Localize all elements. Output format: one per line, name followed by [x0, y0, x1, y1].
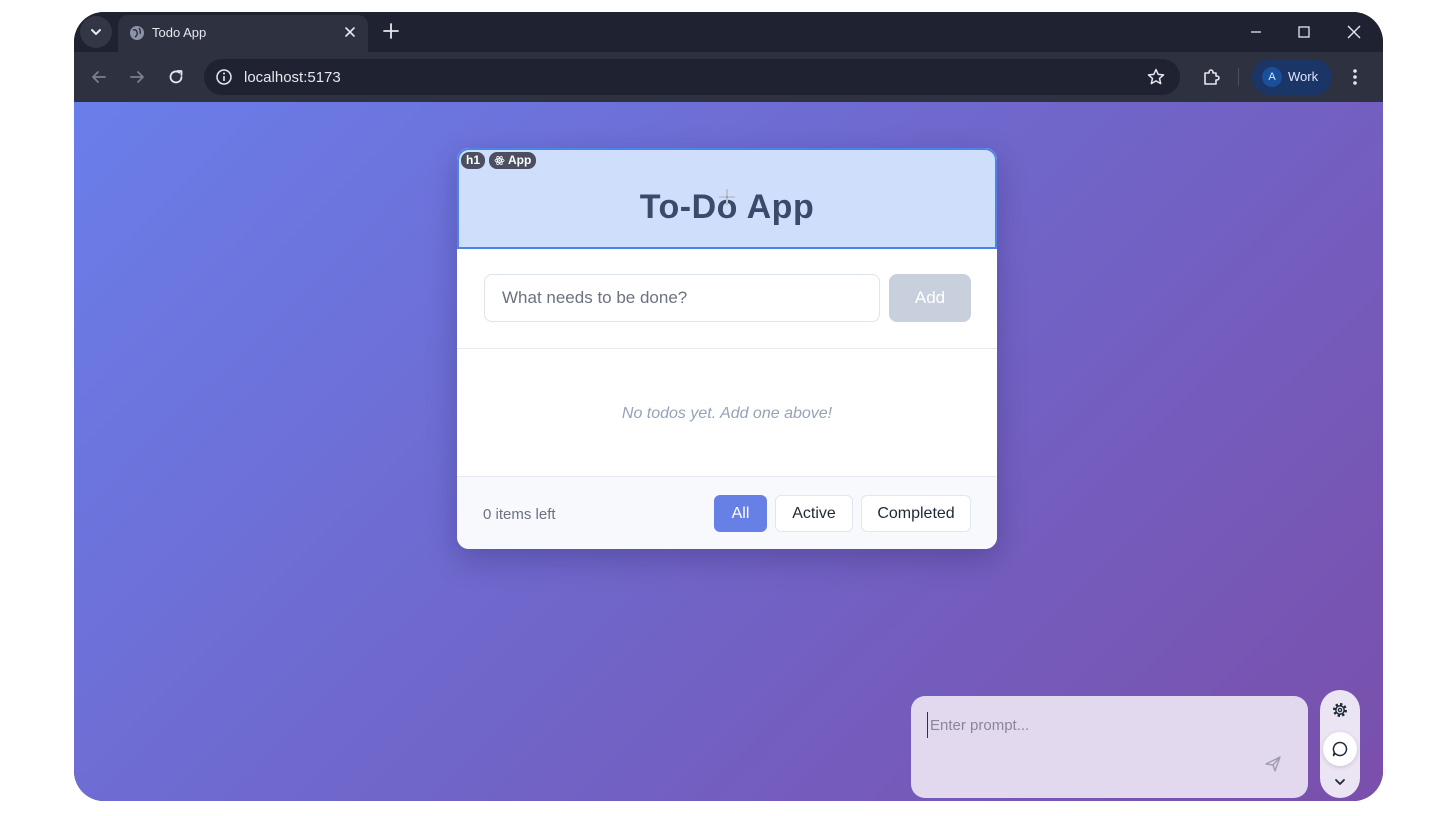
filter-active-button[interactable]: Active	[775, 495, 853, 532]
todo-card: h1 App To-Do App What needs to be done? …	[457, 148, 997, 549]
todo-list: No todos yet. Add one above!	[457, 349, 997, 476]
app-header-highlight: h1 App To-Do App	[457, 148, 997, 249]
avatar: A	[1262, 67, 1282, 87]
new-todo-form: Add	[457, 249, 997, 349]
new-todo-input[interactable]	[484, 274, 880, 322]
filter-all-button[interactable]: All	[714, 495, 767, 532]
chat-button[interactable]	[1323, 732, 1357, 766]
more-menu-icon[interactable]	[1344, 66, 1366, 88]
prompt-input[interactable]	[927, 712, 1267, 738]
new-tab-plus-icon[interactable]	[380, 20, 402, 42]
empty-state-message: No todos yet. Add one above!	[621, 405, 833, 422]
component-badge: App	[489, 152, 537, 169]
inspector-badges: h1 App	[461, 152, 537, 169]
assistant-side-controls	[1320, 690, 1360, 798]
reload-icon[interactable]	[165, 66, 187, 88]
page-viewport: h1 App To-Do App What needs to be done? …	[74, 102, 1383, 801]
address-bar[interactable]: localhost:5173	[204, 59, 1180, 95]
browser-toolbar: localhost:5173 A Work	[74, 52, 1383, 102]
tab-title: Todo App	[152, 25, 207, 40]
tab-search-button[interactable]	[80, 16, 112, 48]
globe-icon	[130, 26, 144, 40]
extensions-puzzle-icon[interactable]	[1200, 66, 1222, 88]
add-button[interactable]: Add	[889, 274, 971, 322]
send-icon[interactable]	[1263, 754, 1283, 774]
tab-todo-app[interactable]: Todo App	[118, 15, 368, 52]
bookmark-star-icon[interactable]	[1146, 67, 1166, 87]
component-label: App	[508, 153, 532, 167]
profile-label: Work	[1288, 69, 1319, 84]
profile-button[interactable]: A Work	[1252, 59, 1332, 95]
items-left-count: 0 items left	[483, 506, 556, 523]
assistant-prompt-panel	[911, 696, 1308, 798]
crosshair-cursor-icon	[719, 189, 735, 205]
close-icon[interactable]	[342, 24, 358, 40]
element-tag-badge: h1	[461, 152, 486, 169]
minimize-icon[interactable]	[1246, 22, 1266, 42]
toolbar-divider	[1238, 68, 1239, 86]
gear-icon[interactable]	[1330, 700, 1350, 720]
todo-footer: 0 items left All Active Completed	[457, 476, 997, 549]
element-tag-label: h1	[466, 153, 481, 167]
filter-completed-button[interactable]: Completed	[861, 495, 971, 532]
url-text: localhost:5173	[244, 69, 341, 86]
browser-window: Todo App localhost:5173 A Work h1 App To…	[74, 12, 1383, 801]
site-info-icon[interactable]	[214, 67, 234, 87]
react-atom-icon	[494, 156, 505, 165]
tab-strip: Todo App	[74, 12, 1383, 52]
back-arrow-icon[interactable]	[88, 66, 110, 88]
chevron-down-icon	[91, 29, 101, 35]
window-close-icon[interactable]	[1344, 22, 1364, 42]
maximize-icon[interactable]	[1294, 22, 1314, 42]
forward-arrow-icon[interactable]	[126, 66, 148, 88]
chevron-down-icon[interactable]	[1330, 772, 1350, 792]
chat-bubble-icon	[1332, 741, 1348, 757]
